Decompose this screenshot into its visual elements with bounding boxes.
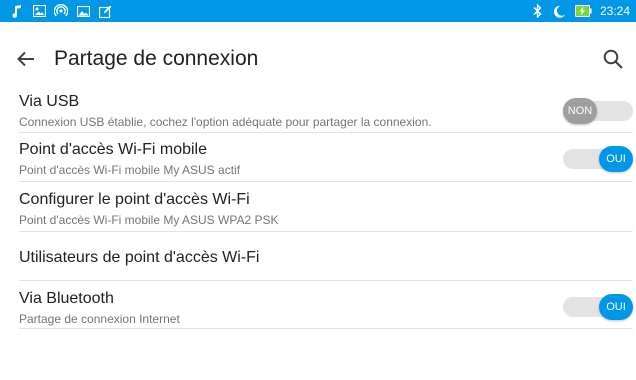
page-title: Partage de connexion bbox=[54, 47, 259, 70]
hotspot-icon bbox=[54, 4, 68, 18]
toggle-knob: OUI bbox=[599, 293, 633, 320]
setting-via-bluetooth[interactable]: Via Bluetooth Partage de connexion Inter… bbox=[19, 281, 633, 329]
usb-tethering-toggle[interactable]: NON bbox=[563, 98, 633, 124]
status-time: 23:24 bbox=[599, 4, 630, 18]
setting-via-usb[interactable]: Via USB Connexion USB établie, cochez l'… bbox=[19, 86, 633, 133]
status-bar-left-icons bbox=[10, 4, 112, 18]
setting-label: Via USB bbox=[19, 93, 80, 110]
arrow-back-icon[interactable] bbox=[14, 47, 38, 71]
setting-wifi-hotspot[interactable]: Point d'accès Wi-Fi mobile Point d'accès… bbox=[19, 133, 633, 182]
setting-subtitle: Partage de connexion Internet bbox=[19, 312, 180, 326]
edit-icon bbox=[98, 4, 112, 18]
setting-subtitle: Point d'accès Wi-Fi mobile My ASUS actif bbox=[19, 163, 241, 177]
image-icon bbox=[32, 4, 46, 18]
bluetooth-icon bbox=[531, 4, 545, 18]
setting-label: Utilisateurs de point d'accès Wi-Fi bbox=[19, 249, 260, 266]
do-not-disturb-moon-icon bbox=[553, 4, 567, 18]
setting-label: Via Bluetooth bbox=[19, 290, 114, 307]
status-bar: 23:24 bbox=[0, 0, 636, 22]
wifi-hotspot-toggle[interactable]: OUI bbox=[563, 146, 633, 172]
toggle-knob: OUI bbox=[599, 146, 633, 172]
setting-subtitle: Point d'accès Wi-Fi mobile My ASUS WPA2 … bbox=[19, 213, 279, 227]
music-note-icon bbox=[10, 4, 24, 18]
setting-label: Point d'accès Wi-Fi mobile bbox=[19, 141, 207, 158]
status-bar-right-icons: 23:24 bbox=[531, 4, 630, 18]
bluetooth-tethering-toggle[interactable]: OUI bbox=[563, 293, 633, 320]
setting-hotspot-users[interactable]: Utilisateurs de point d'accès Wi-Fi bbox=[19, 232, 633, 281]
setting-configure-hotspot[interactable]: Configurer le point d'accès Wi-Fi Point … bbox=[19, 182, 633, 232]
battery-charging-icon bbox=[574, 5, 592, 17]
setting-subtitle: Connexion USB établie, cochez l'option a… bbox=[19, 115, 432, 129]
search-icon[interactable] bbox=[600, 46, 626, 72]
setting-label: Configurer le point d'accès Wi-Fi bbox=[19, 191, 250, 208]
toggle-knob: NON bbox=[563, 98, 597, 124]
app-toolbar: Partage de connexion bbox=[0, 22, 636, 96]
photo-icon bbox=[76, 4, 90, 18]
settings-list: Via USB Connexion USB établie, cochez l'… bbox=[19, 86, 633, 329]
